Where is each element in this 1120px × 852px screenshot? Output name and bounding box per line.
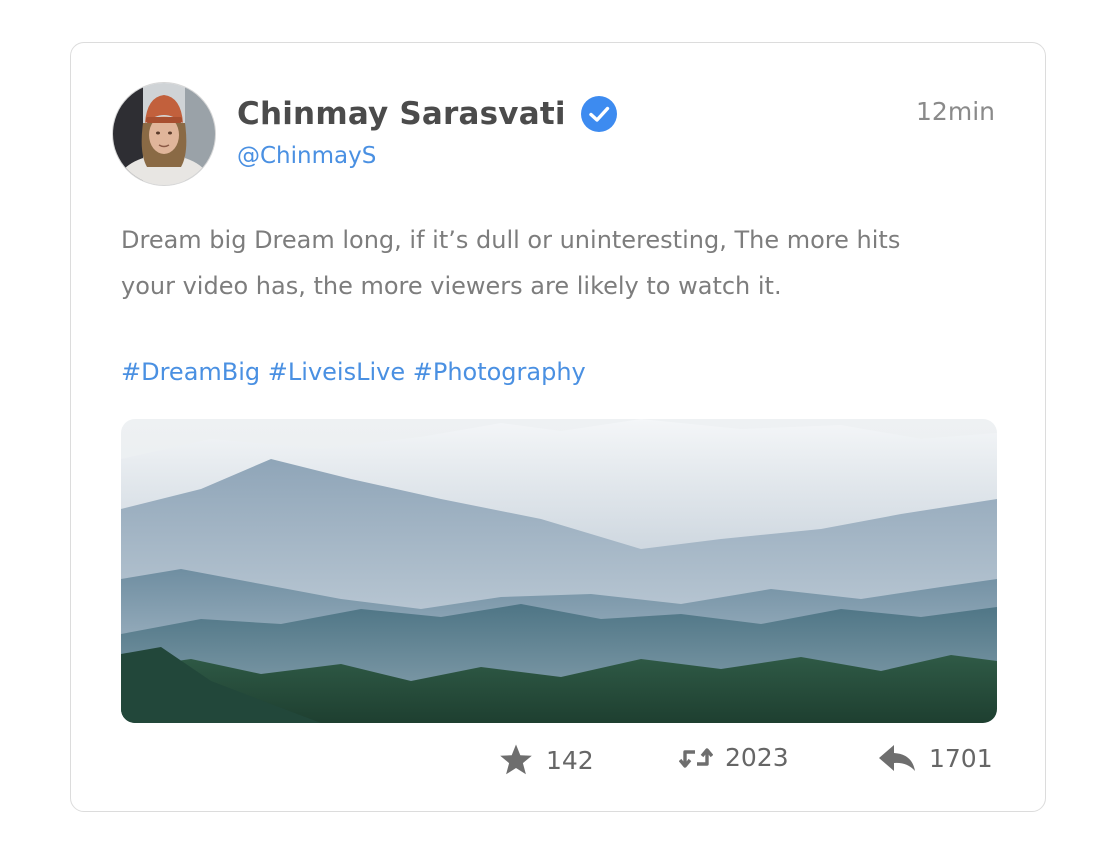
- post-text: Dream big Dream long, if it’s dull or un…: [121, 226, 901, 300]
- reply-button[interactable]: 1701: [877, 743, 993, 773]
- author-row: Chinmay Sarasvati: [237, 95, 618, 133]
- star-icon: [498, 743, 534, 777]
- retweet-button[interactable]: 2023: [679, 743, 789, 772]
- action-bar: 142 2023 1701: [71, 743, 1047, 787]
- avatar[interactable]: [113, 83, 215, 185]
- reply-count: 1701: [929, 743, 993, 773]
- verified-check-icon: [580, 95, 618, 133]
- post-body: Dream big Dream long, if it’s dull or un…: [121, 217, 911, 309]
- post-image[interactable]: [121, 419, 997, 723]
- retweet-icon: [679, 745, 713, 771]
- post-time: 12min: [916, 97, 995, 126]
- reply-arrow-icon: [877, 743, 917, 773]
- post-card: Chinmay Sarasvati @ChinmayS 12min Dream …: [70, 42, 1046, 812]
- hashtag-link[interactable]: #DreamBig: [121, 358, 260, 386]
- hashtag-link[interactable]: #LiveisLive: [268, 358, 405, 386]
- author-name[interactable]: Chinmay Sarasvati: [237, 96, 566, 132]
- retweet-count: 2023: [725, 743, 789, 772]
- hashtag-link[interactable]: #Photography: [413, 358, 586, 386]
- like-count: 142: [546, 745, 594, 775]
- hashtag-list: #DreamBig #LiveisLive #Photography: [121, 349, 586, 395]
- author-handle[interactable]: @ChinmayS: [237, 143, 376, 169]
- like-button[interactable]: 142: [498, 743, 594, 777]
